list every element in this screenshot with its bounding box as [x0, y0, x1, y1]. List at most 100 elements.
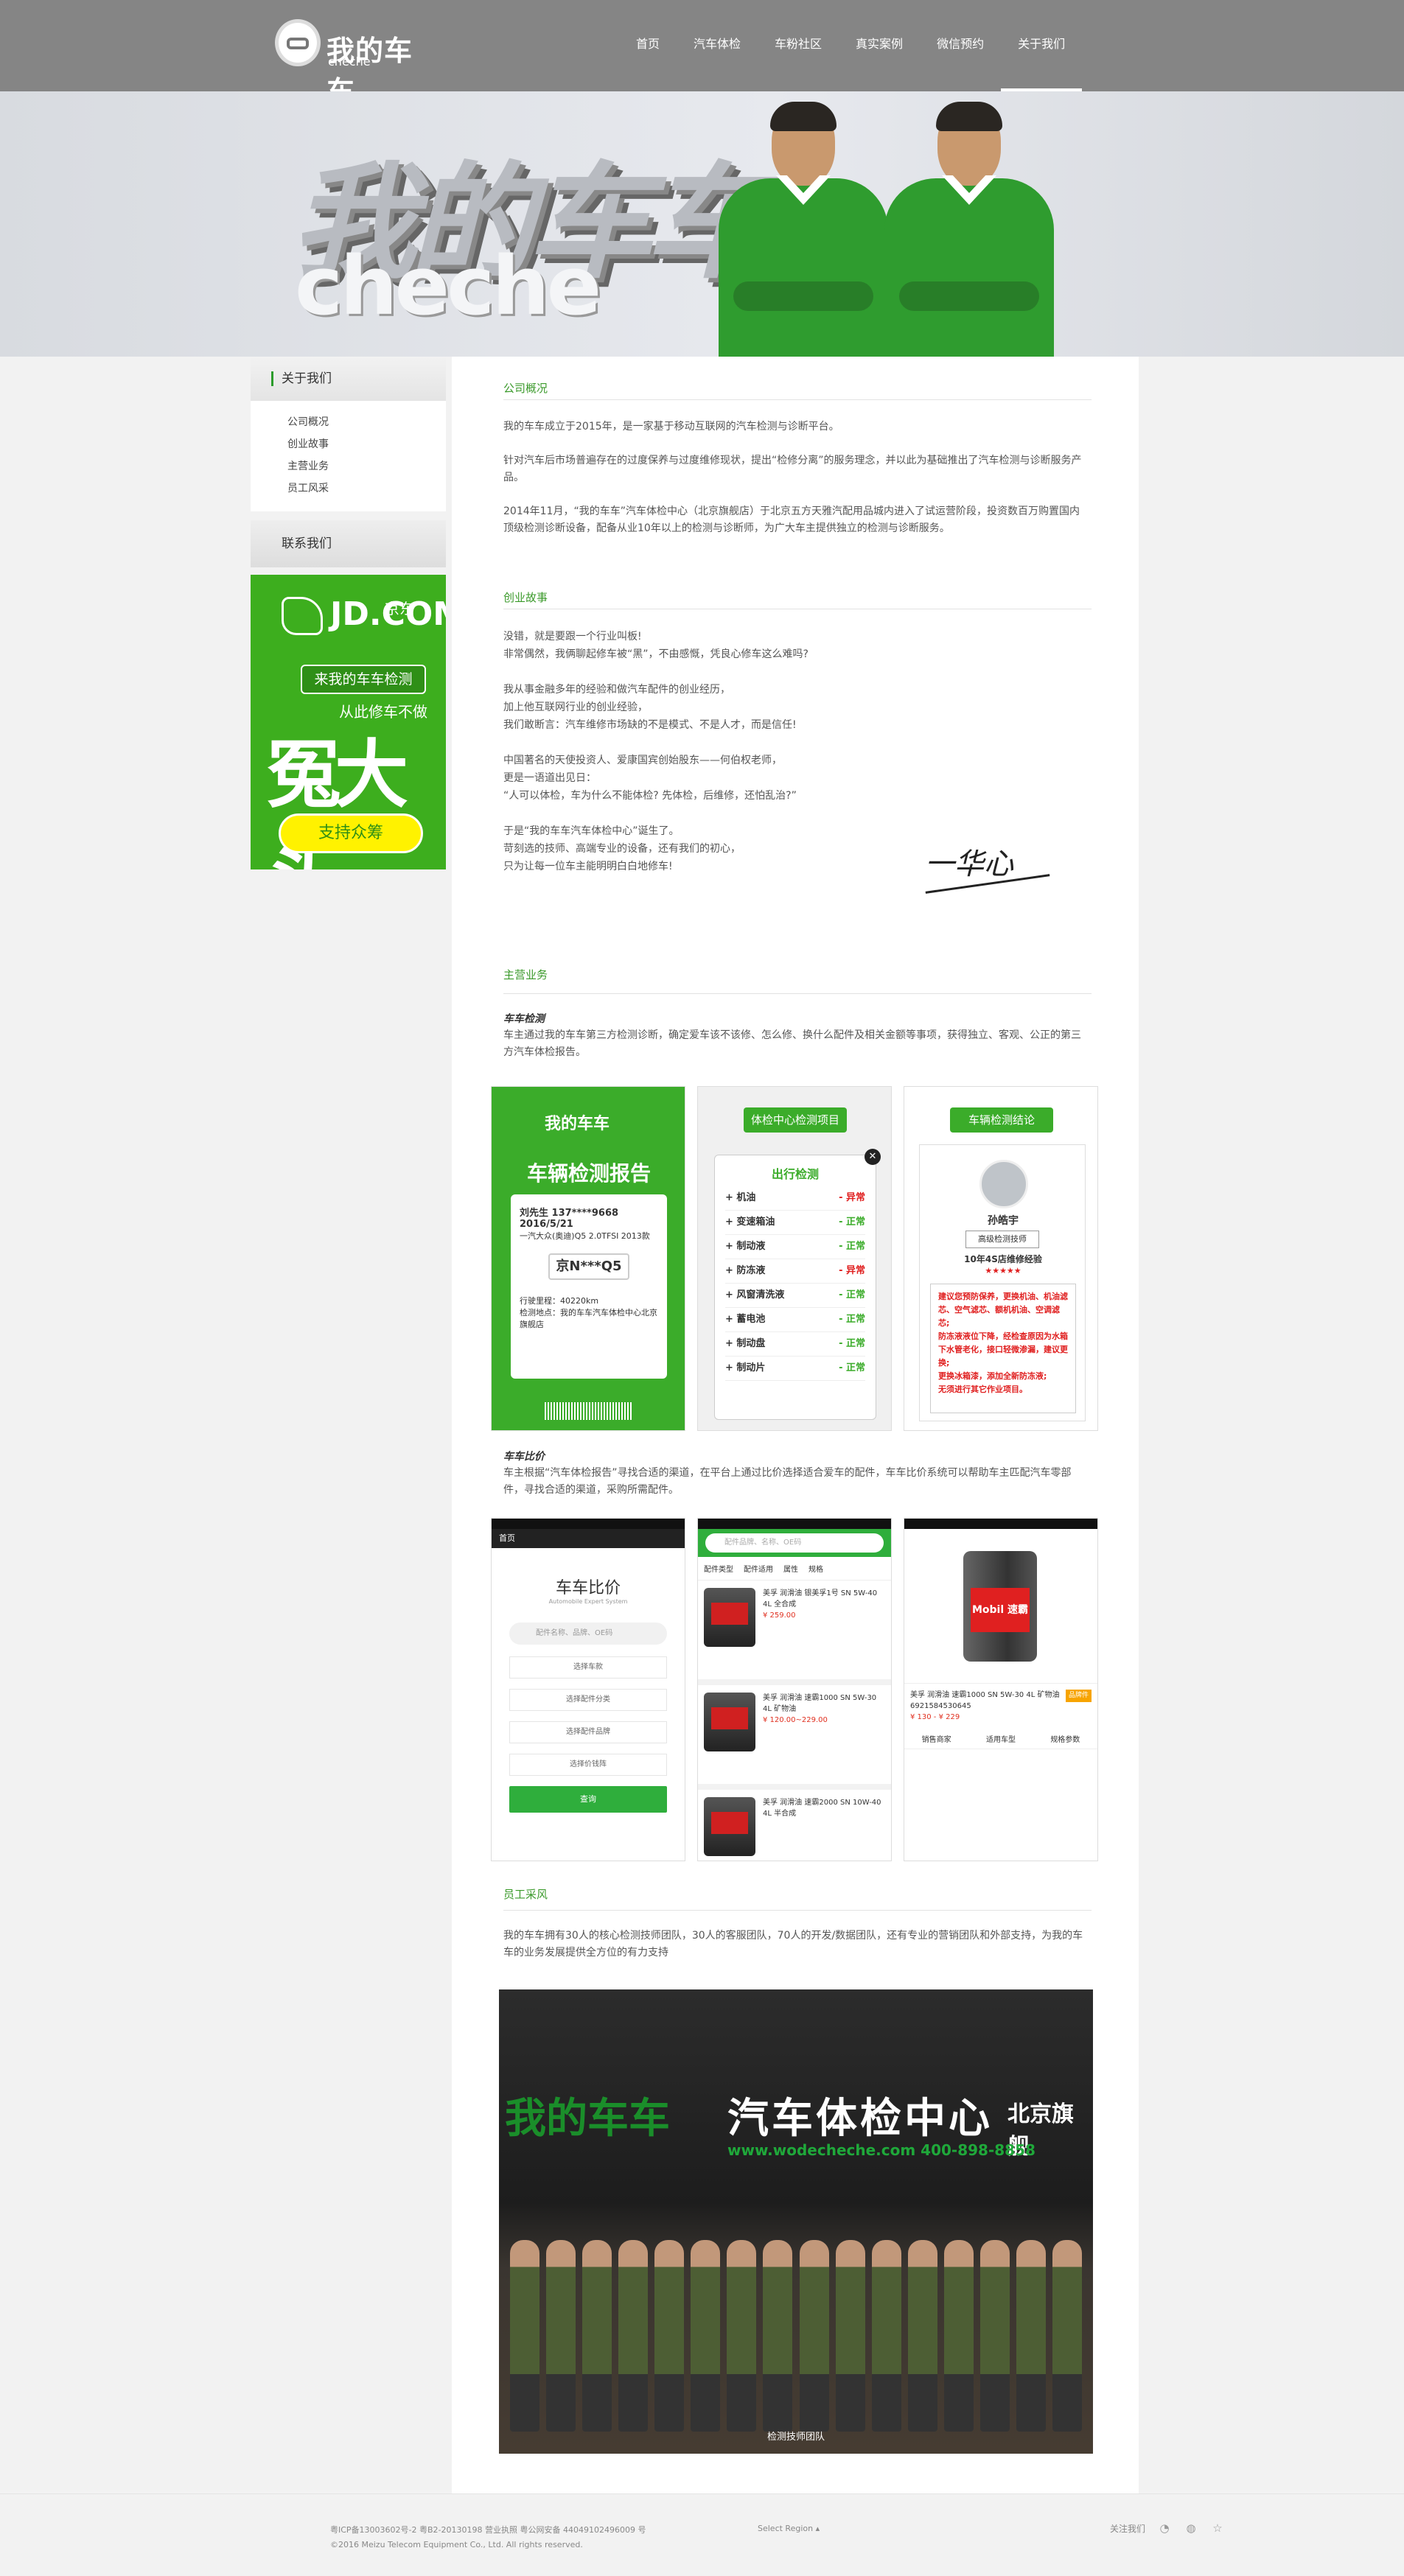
inspection-item-status: - 正常 [839, 1241, 865, 1252]
technician-name: 孙皓宇 [988, 1215, 1019, 1227]
weibo-icon[interactable]: ◔ [1157, 2521, 1172, 2535]
overview-para: 我的车车成立于2015年，是一家基于移动互联网的汽车检测与诊断平台。 [503, 421, 839, 433]
inspection-item-name: 蓄电池 [736, 1314, 766, 1325]
report-mileage: 行驶里程：40220km [520, 1296, 599, 1306]
overview-text: 我的车车成立于2015年，是一家基于移动互联网的汽车检测与诊断平台。 针对汽车后… [503, 419, 1089, 554]
product-code: 6921584530645 [910, 1702, 971, 1710]
list-item[interactable]: 美孚 润滑油 速霸2000 SN 10W-40 4L 半合成 [698, 1790, 891, 1861]
compare-label: 车车比价 [503, 1451, 545, 1463]
inspection-item-status: - 正常 [839, 1289, 865, 1301]
nav-community[interactable]: 车粉社区 [758, 0, 839, 91]
inspection-item-status: - 正常 [839, 1362, 865, 1373]
nav-about[interactable]: 关于我们 [1001, 0, 1083, 91]
check-text: 车主通过我的车车第三方检测诊断，确定爱车该不该修、怎么修、换什么配件及相关金额等… [503, 1029, 1081, 1058]
inspection-item-name: 变速箱油 [736, 1217, 775, 1228]
sidebar-item-story[interactable]: 创业故事 [287, 433, 446, 455]
inspection-item-name: 机油 [736, 1192, 756, 1203]
inspection-item-name: 制动液 [736, 1241, 766, 1252]
detail-tab[interactable]: 规格参数 [1050, 1733, 1080, 1744]
support-crowdfunding-button[interactable]: 支持众筹 [279, 813, 423, 853]
nav-home[interactable]: 首页 [619, 0, 677, 91]
inspection-item: + 制动液 - 正常 [725, 1235, 865, 1259]
item-price: ¥ 120.00~229.00 [763, 1716, 828, 1724]
inspection-list: 出行检测 + 机油 - 异常 + 变速箱油 - 正常 + 制动液 - 正常 + 防冻液 - 异… [714, 1155, 876, 1420]
item-name: 美孚 润滑油 速霸1000 SN 5W-30 4L 矿物油 [763, 1694, 877, 1713]
inspection-item-name: 风窗清洗液 [736, 1289, 785, 1301]
compare-logo: 车车比价 [555, 1579, 621, 1597]
section-title-story: 创业故事 [503, 591, 548, 604]
conclusion-note: 更换冰箱漆，添加全新防冻液; [938, 1371, 1047, 1381]
sign-brand: 我的车车 [505, 2095, 670, 2143]
inspection-items-card: 体检中心检测项目 出行检测 + 机油 - 异常 + 变速箱油 - 正常 + 制动液 - 正… [697, 1086, 892, 1431]
jd-dog-icon [282, 597, 323, 635]
item-name: 美孚 润滑油 速霸2000 SN 10W-40 4L 半合成 [763, 1799, 881, 1818]
barcode-icon [545, 1402, 633, 1420]
top-navbar: 我的车车 cheche 首页 汽车体检 车粉社区 真实案例 微信预约 关于我们 [0, 0, 1404, 108]
filter-tab[interactable]: 属性 [783, 1563, 798, 1574]
story-para: 没错，就是要跟一个行业叫板! 非常偶然，我俩聊起修车被“黑”，不由感慨，凭良心修车… [503, 631, 808, 660]
staff-text: 我的车车拥有30人的核心检测技师团队，30人的客服团队，70人的开发/数据团队，… [503, 1930, 1083, 1959]
filter-tab[interactable]: 规格 [808, 1563, 823, 1574]
divider [503, 1910, 1092, 1911]
conclusion-note: 防冻液液位下降，经检查原因为水箱下水管老化，接口轻微渗漏，建议更换; [938, 1331, 1068, 1368]
wechat-icon[interactable]: ◍ [1184, 2521, 1198, 2535]
report-customer: 刘先生 137****9668 2016/5/21 [520, 1208, 619, 1230]
filter-tab[interactable]: 配件适用 [744, 1563, 773, 1574]
sidebar-item-business[interactable]: 主营业务 [287, 455, 446, 477]
section-title-business: 主营业务 [503, 968, 548, 981]
detail-tab[interactable]: 销售商家 [922, 1733, 951, 1744]
price-compare-list-screen: 配件品牌、名称、OE码 配件类型 配件适用 属性 规格 美孚 润滑油 银美孚1号… [697, 1518, 892, 1861]
jd-crowdfunding-ad[interactable]: JD.COM 京东 来我的车车检测 从此修车不做 冤大头 支持众筹 [251, 575, 446, 869]
product-price: ¥ 130 - ¥ 229 [910, 1713, 960, 1721]
check-label: 车车检测 [503, 1013, 545, 1025]
follow-us-label: 关注我们 [1110, 2523, 1146, 2534]
detail-tab[interactable]: 适用车型 [986, 1733, 1016, 1744]
report-vehicle: 一汽大众(奥迪)Q5 2.0TFSI 2013款 [520, 1231, 650, 1241]
technician-title: 高级检测技师 [965, 1231, 1039, 1248]
main-nav: 首页 汽车体检 车粉社区 真实案例 微信预约 关于我们 [619, 0, 1083, 91]
jd-logo-cn: 京东 [385, 600, 414, 617]
overview-para: 针对汽车后市场普遍存在的过度保养与过度维修现状，提出“检修分离”的服务理念，并以… [503, 455, 1082, 483]
sidebar-item-contact[interactable]: 联系我们 [251, 520, 446, 567]
oil-bottle-icon [704, 1588, 755, 1647]
region-selector[interactable]: Select Region ▴ [758, 2524, 820, 2533]
search-input[interactable]: 配件名称、品牌、OE码 [509, 1623, 667, 1645]
star-icon[interactable]: ☆ [1210, 2521, 1225, 2535]
social-links: 关注我们 ◔ ◍ ☆ [1110, 2521, 1225, 2535]
brand-logo[interactable]: 我的车车 cheche [275, 19, 430, 108]
query-button[interactable]: 查询 [509, 1786, 667, 1813]
select-price-button[interactable]: 选择价钱阵 [509, 1754, 667, 1776]
sidebar-item-staff[interactable]: 员工风采 [287, 477, 446, 500]
nav-cases[interactable]: 真实案例 [839, 0, 920, 91]
filter-tab[interactable]: 配件类型 [704, 1563, 733, 1574]
divider [503, 399, 1092, 400]
sidebar-title: 关于我们 [251, 357, 446, 401]
filter-tabs: 配件类型 配件适用 属性 规格 [698, 1557, 891, 1581]
select-brand-button[interactable]: 选择配件品牌 [509, 1721, 667, 1743]
select-model-button[interactable]: 选择车款 [509, 1656, 667, 1679]
inspection-item-name: 制动片 [736, 1362, 766, 1373]
sidebar: 关于我们 公司概况 创业故事 主营业务 员工风采 联系我们 JD.COM 京东 … [251, 357, 446, 869]
list-item[interactable]: 美孚 润滑油 银美孚1号 SN 5W-40 4L 全合成 ¥ 259.00 [698, 1581, 891, 1685]
inspection-item: + 防冻液 - 异常 [725, 1259, 865, 1284]
license-plate: 京N***Q5 [548, 1253, 629, 1280]
list-heading: 出行检测 [771, 1167, 819, 1181]
list-search-input[interactable]: 配件品牌、名称、OE码 [705, 1533, 884, 1553]
nav-wechat-booking[interactable]: 微信预约 [920, 0, 1001, 91]
story-para: 中国著名的天使投资人、爱康国宾创始股东——何伯权老师， 更是一语道出见日： “人可以… [503, 755, 797, 802]
inspection-item-status: - 正常 [839, 1217, 865, 1228]
technician-experience: 10年4S店维修经验 [964, 1254, 1042, 1264]
compare-text: 车主根据“汽车体检报告”寻找合适的渠道，在平台上通过比价选择适合爱车的配件，车车… [503, 1467, 1072, 1496]
card-tag: 体检中心检测项目 [744, 1107, 847, 1133]
inspection-item-name: 制动盘 [736, 1338, 766, 1349]
story-para: 我从事金融多年的经验和做汽车配件的创业经历， 加上他互联网行业的创业经验， 我们敢断… [503, 684, 797, 731]
overview-para: 2014年11月，“我的车车”汽车体检中心（北京旗舰店）于北京五方天雅汽配用品城… [503, 505, 1080, 534]
sidebar-item-overview[interactable]: 公司概况 [287, 411, 446, 433]
list-item[interactable]: 美孚 润滑油 速霸1000 SN 5W-30 4L 矿物油 ¥ 120.00~22… [698, 1685, 891, 1790]
phone-title: 首页 [492, 1529, 685, 1548]
section-title-overview: 公司概况 [503, 382, 548, 395]
nav-car-check[interactable]: 汽车体检 [677, 0, 758, 91]
report-paper: 刘先生 137****9668 2016/5/21 一汽大众(奥迪)Q5 2.0… [511, 1194, 667, 1379]
inspection-item: + 制动盘 - 正常 [725, 1332, 865, 1357]
select-category-button[interactable]: 选择配件分类 [509, 1689, 667, 1711]
